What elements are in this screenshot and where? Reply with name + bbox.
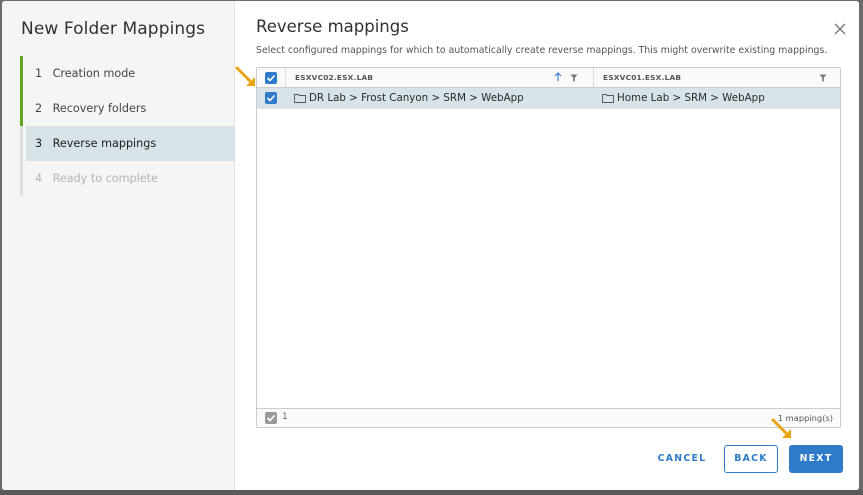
step-label: Recovery folders <box>52 102 147 115</box>
folder-icon <box>602 94 614 103</box>
page-title: Reverse mappings <box>256 17 409 36</box>
next-button[interactable]: NEXT <box>789 445 843 473</box>
pointer-arrow-icon <box>235 66 255 86</box>
selected-count: 1 <box>282 412 288 422</box>
back-button[interactable]: BACK <box>724 445 778 473</box>
step-ready-to-complete: 4 Ready to complete <box>20 161 235 196</box>
grid-header: ESXVC02.ESX.LAB ESXVC01.ESX.LAB <box>257 68 840 88</box>
column-header-source[interactable]: ESXVC02.ESX.LAB <box>285 68 593 87</box>
select-all-column <box>257 68 285 87</box>
page-description: Select configured mappings for which to … <box>256 45 828 56</box>
step-number: 3 <box>35 137 43 150</box>
wizard-steps: 1 Creation mode 2 Recovery folders 3 Rev… <box>20 56 235 196</box>
column-header-label: ESXVC01.ESX.LAB <box>603 73 682 82</box>
checkbox-checked-icon <box>266 94 276 102</box>
step-rail <box>20 126 23 161</box>
step-number: 4 <box>35 172 43 185</box>
filter-icon[interactable] <box>819 74 827 82</box>
step-rail <box>20 91 23 126</box>
source-folder-cell: DR Lab > Frost Canyon > SRM > WebApp <box>294 88 524 109</box>
wizard-actions: CANCEL BACK NEXT <box>651 445 843 473</box>
checkbox-checked-icon <box>266 74 276 82</box>
wizard-content: Reverse mappings Select configured mappi… <box>235 1 859 490</box>
step-rail <box>20 161 23 196</box>
column-header-target[interactable]: ESXVC01.ESX.LAB <box>593 68 840 87</box>
step-reverse-mappings[interactable]: 3 Reverse mappings <box>20 126 235 161</box>
step-label: Reverse mappings <box>52 137 157 150</box>
source-folder-path: DR Lab > Frost Canyon > SRM > WebApp <box>309 92 524 104</box>
step-label: Creation mode <box>52 67 136 80</box>
step-rail <box>20 56 23 91</box>
row-checkbox[interactable] <box>265 92 277 104</box>
wizard-title: New Folder Mappings <box>21 19 206 39</box>
pointer-arrow-icon <box>771 418 791 438</box>
step-creation-mode[interactable]: 1 Creation mode <box>20 56 235 91</box>
folder-icon <box>294 94 306 103</box>
close-icon[interactable] <box>833 21 849 37</box>
checkbox-checked-icon <box>266 414 276 422</box>
sort-ascending-icon[interactable] <box>554 72 562 82</box>
filter-icon[interactable] <box>570 74 578 82</box>
column-header-label: ESXVC02.ESX.LAB <box>295 73 374 82</box>
footer-selection-checkbox <box>265 412 277 424</box>
wizard-sidebar: New Folder Mappings 1 Creation mode 2 Re… <box>2 1 235 490</box>
cancel-button[interactable]: CANCEL <box>651 445 713 473</box>
table-row[interactable]: DR Lab > Frost Canyon > SRM > WebApp Hom… <box>257 88 840 109</box>
select-all-checkbox[interactable] <box>265 72 277 84</box>
wizard-dialog: New Folder Mappings 1 Creation mode 2 Re… <box>2 1 859 490</box>
step-number: 2 <box>35 102 43 115</box>
mappings-grid: ESXVC02.ESX.LAB ESXVC01.ESX.LAB DR Lab >… <box>256 67 841 428</box>
backdrop <box>0 490 863 495</box>
step-recovery-folders[interactable]: 2 Recovery folders <box>20 91 235 126</box>
step-label: Ready to complete <box>52 172 158 185</box>
grid-footer: 1 1 mapping(s) <box>257 408 840 427</box>
target-folder-cell: Home Lab > SRM > WebApp <box>602 88 765 109</box>
step-number: 1 <box>35 67 43 80</box>
target-folder-path: Home Lab > SRM > WebApp <box>617 92 765 104</box>
